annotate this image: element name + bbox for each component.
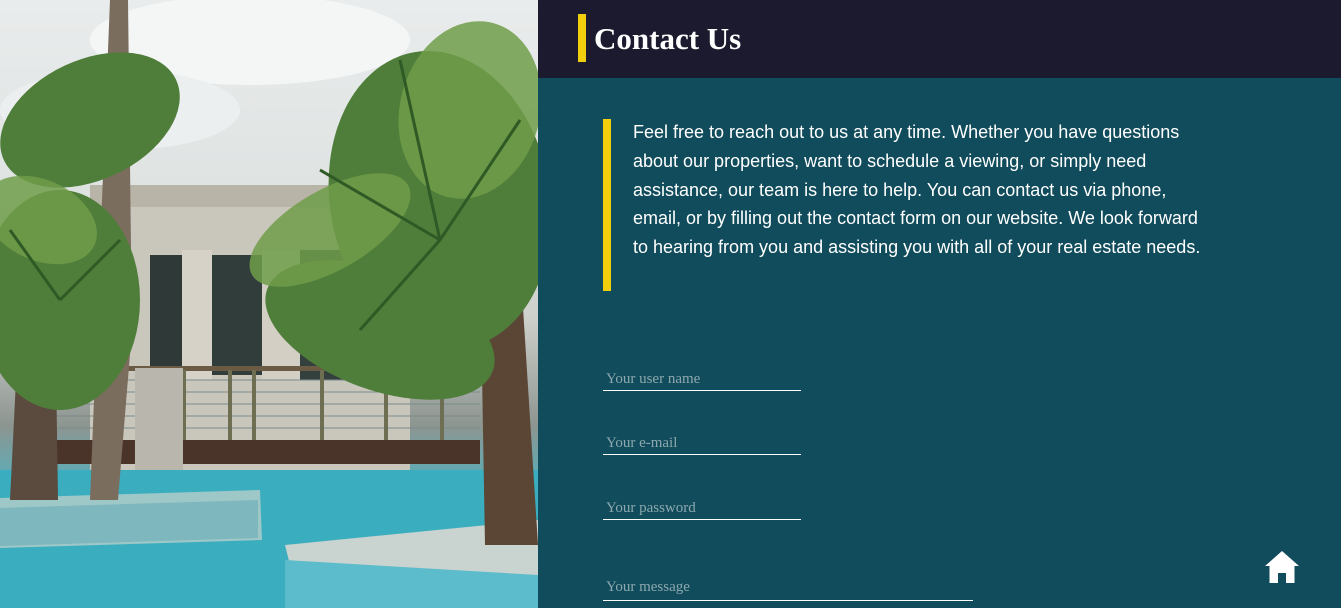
- building-pillar: [182, 250, 212, 380]
- intro-text: Feel free to reach out to us at any time…: [633, 122, 1201, 258]
- poolside-palms-illustration: [0, 0, 538, 608]
- email-input[interactable]: [603, 429, 801, 454]
- page-header: Contact Us: [538, 0, 1341, 78]
- intro-accent-bar: [603, 119, 611, 291]
- message-field: [603, 575, 973, 601]
- home-button[interactable]: [1263, 549, 1301, 585]
- username-field: [603, 365, 801, 391]
- home-icon: [1265, 551, 1299, 583]
- page-title: Contact Us: [594, 21, 742, 56]
- message-input[interactable]: [603, 575, 973, 600]
- email-field: [603, 429, 801, 455]
- building-window: [150, 255, 182, 375]
- pool-tile: [0, 500, 258, 546]
- title-accent-bar: [578, 14, 586, 62]
- hero-photo: [0, 0, 538, 608]
- username-input[interactable]: [603, 365, 801, 390]
- password-field: [603, 494, 801, 520]
- contact-panel: Feel free to reach out to us at any time…: [538, 78, 1341, 608]
- password-input[interactable]: [603, 494, 801, 519]
